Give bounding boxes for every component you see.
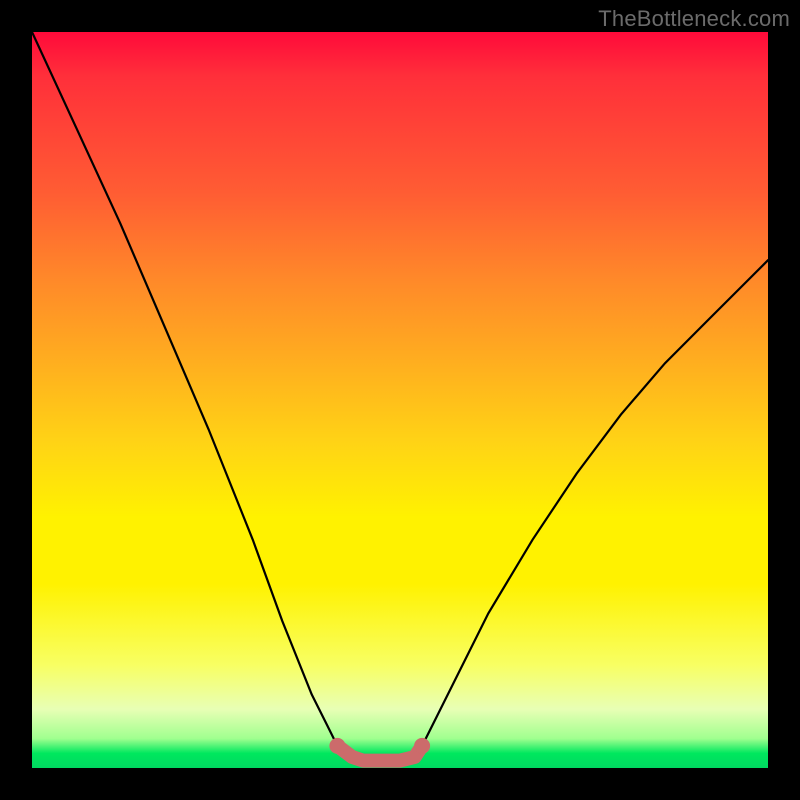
chart-frame: TheBottleneck.com <box>0 0 800 800</box>
optimal-band-dot <box>414 738 430 754</box>
optimal-band-path <box>337 746 422 761</box>
optimal-band-dot <box>329 738 345 754</box>
chart-svg <box>32 32 768 768</box>
bottleneck-curve-path <box>32 32 768 761</box>
watermark-text: TheBottleneck.com <box>598 6 790 32</box>
plot-area <box>32 32 768 768</box>
